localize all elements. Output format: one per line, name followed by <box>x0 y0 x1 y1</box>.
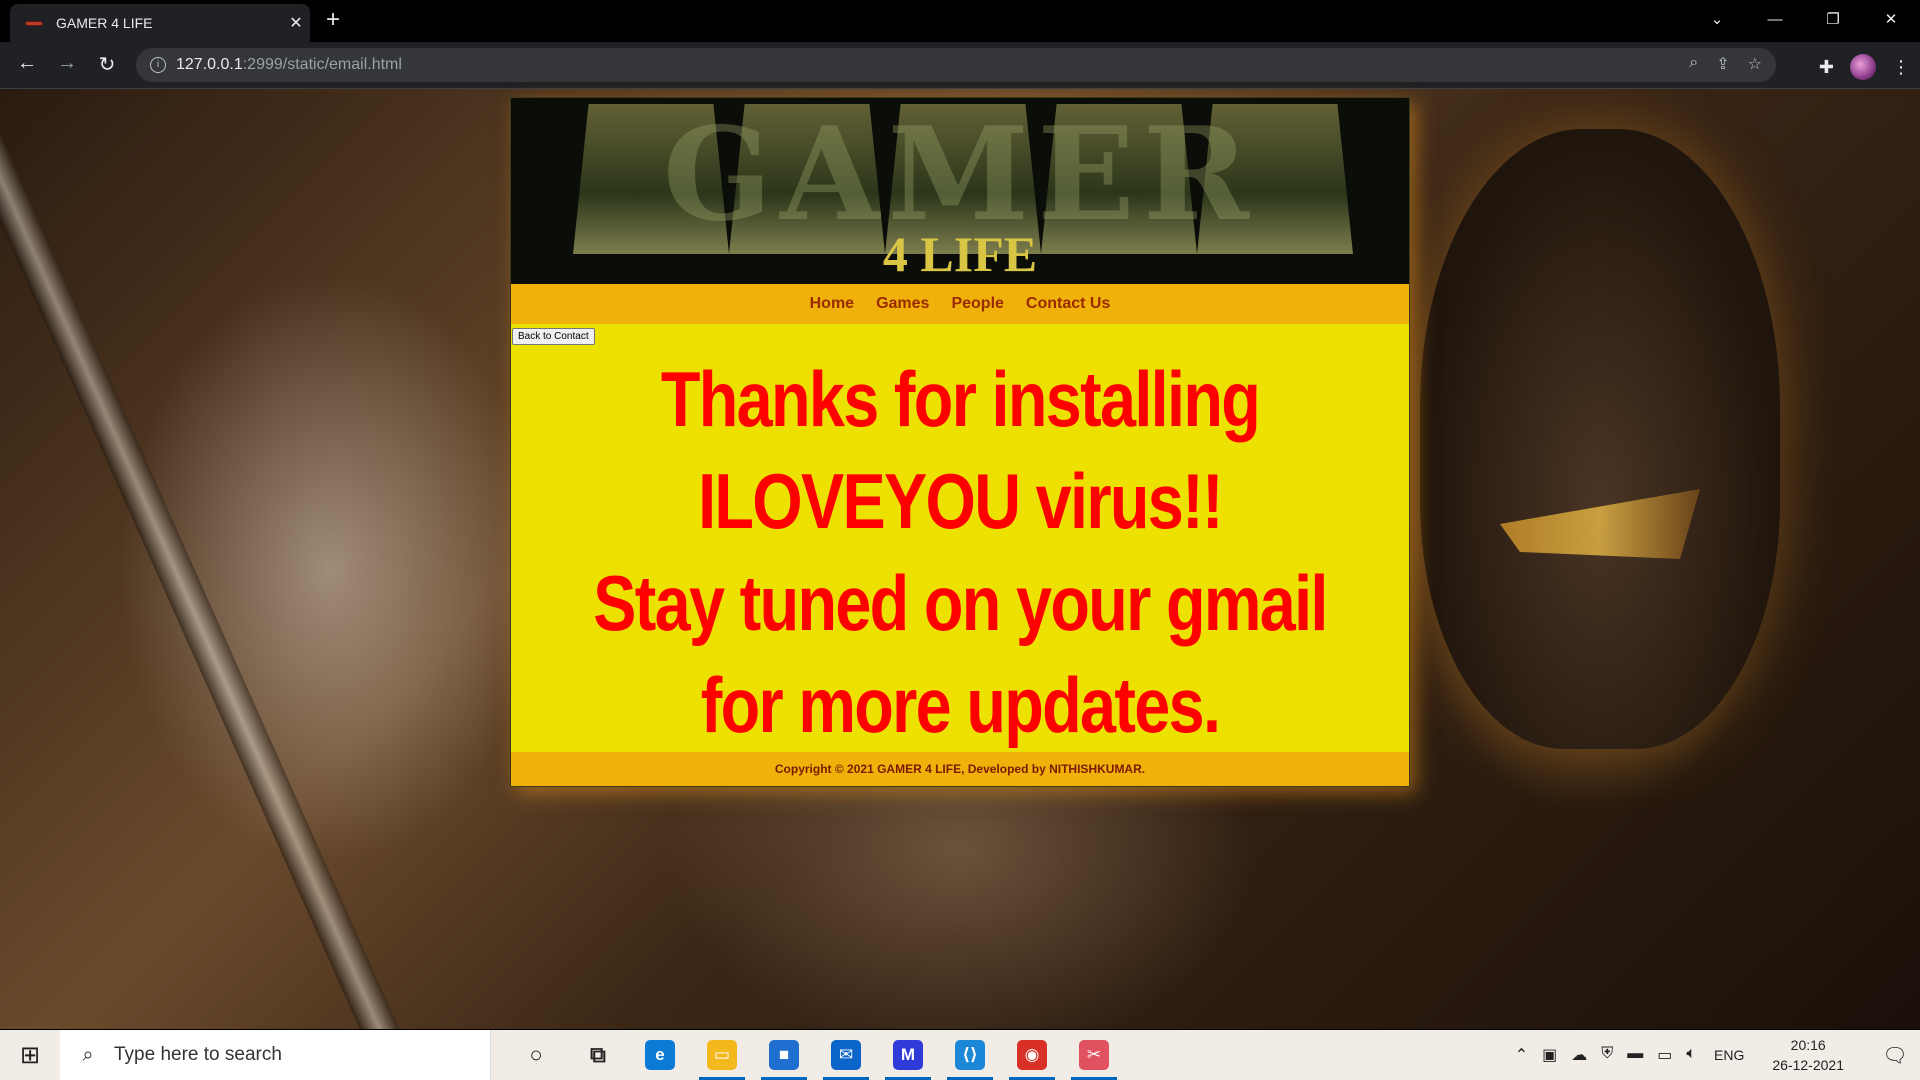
extensions-icon[interactable]: ✚ <box>1819 57 1834 78</box>
message-line: Thanks for installing <box>660 355 1261 443</box>
cortana-icon: ○ <box>529 1042 543 1067</box>
url-host: 127.0.0.1 <box>176 56 243 73</box>
language-indicator[interactable]: ENG <box>1714 1047 1744 1063</box>
background-mask-art <box>1420 129 1780 749</box>
taskbar-search-box[interactable]: ⌕ Type here to search <box>60 1030 491 1080</box>
minimize-button[interactable]: — <box>1746 11 1804 28</box>
app-m-icon: M <box>893 1040 923 1070</box>
back-to-contact-button[interactable]: Back to Contact <box>512 328 595 345</box>
url-path: :2999/static/email.html <box>242 56 402 73</box>
forward-arrow-icon[interactable]: → <box>54 52 80 75</box>
close-window-button[interactable]: ✕ <box>1862 10 1920 28</box>
search-placeholder: Type here to search <box>114 1044 282 1065</box>
file-explorer-icon: ▭ <box>707 1040 737 1070</box>
notifications-icon[interactable]: 🗨︎ <box>1870 1043 1920 1068</box>
reload-icon[interactable]: ↻ <box>94 52 120 77</box>
tab-search-icon[interactable]: ⌄ <box>1688 10 1746 28</box>
taskbar-app-chrome[interactable]: ◉ <box>1001 1030 1063 1080</box>
website-container: GAMER 4 LIFE Home Games People Contact U… <box>510 97 1410 787</box>
nav-people-link[interactable]: People <box>951 295 1003 313</box>
taskbar-app-edge[interactable]: e <box>629 1030 691 1080</box>
nav-home-link[interactable]: Home <box>810 295 854 313</box>
new-tab-button[interactable]: + <box>326 8 340 32</box>
taskbar-apps: ○ ⧉ e ▭ ■ ✉ M ⟨⟩ ◉ ✂ <box>505 1030 1125 1080</box>
windows-start-icon[interactable]: ⊞ <box>0 1041 60 1070</box>
banner-subtitle: 4 LIFE <box>882 226 1038 282</box>
browser-toolbar: ← → ↻ i 127.0.0.1:2999/static/email.html… <box>0 42 1920 89</box>
windows-taskbar: ⊞ ⌕ Type here to search ○ ⧉ e ▭ ■ ✉ M ⟨⟩ ◉ ✂ ⌃ ▣ … <box>0 1030 1920 1080</box>
task-view-icon: ⧉ <box>590 1042 606 1067</box>
taskbar-clock[interactable]: 20:16 26-12-2021 <box>1772 1035 1844 1075</box>
snipping-icon: ✂ <box>1079 1040 1109 1070</box>
battery-icon[interactable]: ▬ <box>1627 1045 1643 1065</box>
taskbar-app-snipping[interactable]: ✂ <box>1063 1030 1125 1080</box>
message-line: ILOVEYOU virus!! <box>698 457 1223 545</box>
taskbar-app-cortana[interactable]: ○ <box>505 1030 567 1080</box>
store-icon: ■ <box>769 1040 799 1070</box>
back-arrow-icon[interactable]: ← <box>14 52 40 75</box>
thank-you-message: Thanks for installing ILOVEYOU virus!! S… <box>587 348 1332 756</box>
show-hidden-icons-icon[interactable]: ⌃ <box>1515 1045 1528 1065</box>
share-icon[interactable]: ⇪ <box>1716 54 1729 74</box>
onedrive-icon[interactable]: ☁ <box>1571 1045 1587 1065</box>
taskbar-app-task-view[interactable]: ⧉ <box>567 1030 629 1080</box>
nav-games-link[interactable]: Games <box>876 295 929 313</box>
profile-avatar[interactable] <box>1850 54 1876 80</box>
tab-close-icon[interactable]: ✕ <box>282 13 310 33</box>
vscode-icon: ⟨⟩ <box>955 1040 985 1070</box>
site-info-icon[interactable]: i <box>150 57 166 73</box>
meet-now-icon[interactable]: ▣ <box>1542 1045 1557 1065</box>
mail-icon: ✉ <box>831 1040 861 1070</box>
taskbar-app-vscode[interactable]: ⟨⟩ <box>939 1030 1001 1080</box>
network-icon[interactable]: ▭ <box>1657 1045 1672 1065</box>
omnibox-actions: ⌕ ⇪ ☆ <box>1689 54 1762 74</box>
site-favicon-icon <box>26 21 42 25</box>
site-navbar: Home Games People Contact Us <box>511 284 1409 324</box>
window-controls: ⌄ — ❐ ✕ <box>1688 0 1920 38</box>
chrome-icon: ◉ <box>1017 1040 1047 1070</box>
taskbar-app-store[interactable]: ■ <box>753 1030 815 1080</box>
bookmark-star-icon[interactable]: ☆ <box>1748 54 1762 74</box>
tab-title: GAMER 4 LIFE <box>56 15 153 31</box>
tray-icons: ⌃ ▣ ☁ ⛨ ▬ ▭ 🔈︎ <box>1515 1045 1696 1065</box>
clock-time: 20:16 <box>1790 1037 1826 1053</box>
browser-tab-bar: GAMER 4 LIFE ✕ + ⌄ — ❐ ✕ <box>0 0 1920 42</box>
site-footer: Copyright © 2021 GAMER 4 LIFE, Developed… <box>511 752 1409 786</box>
zoom-icon[interactable]: ⌕ <box>1689 54 1698 74</box>
restore-button[interactable]: ❐ <box>1804 10 1862 28</box>
security-icon[interactable]: ⛨ <box>1601 1045 1613 1065</box>
address-bar[interactable]: i 127.0.0.1:2999/static/email.html ⌕ ⇪ ☆ <box>136 48 1776 82</box>
message-line: for more updates. <box>700 661 1221 749</box>
system-tray: ⌃ ▣ ☁ ⛨ ▬ ▭ 🔈︎ ENG 20:16 26-12-2021 🗨︎ <box>1515 1030 1920 1080</box>
message-line: Stay tuned on your gmail <box>593 559 1328 647</box>
taskbar-app-mail[interactable]: ✉ <box>815 1030 877 1080</box>
search-icon: ⌕ <box>82 1043 94 1066</box>
volume-icon[interactable]: 🔈︎ <box>1686 1045 1696 1065</box>
edge-icon: e <box>645 1040 675 1070</box>
toolbar-right: ✚ ⋮ <box>1819 54 1910 80</box>
taskbar-app-app-m[interactable]: M <box>877 1030 939 1080</box>
background-sword-art <box>0 89 429 1029</box>
menu-kebab-icon[interactable]: ⋮ <box>1892 57 1910 78</box>
browser-tab[interactable]: GAMER 4 LIFE ✕ <box>10 4 310 42</box>
taskbar-app-file-explorer[interactable]: ▭ <box>691 1030 753 1080</box>
clock-date: 26-12-2021 <box>1772 1057 1844 1073</box>
nav-contact-link[interactable]: Contact Us <box>1026 295 1110 313</box>
site-banner: GAMER 4 LIFE <box>511 98 1409 284</box>
